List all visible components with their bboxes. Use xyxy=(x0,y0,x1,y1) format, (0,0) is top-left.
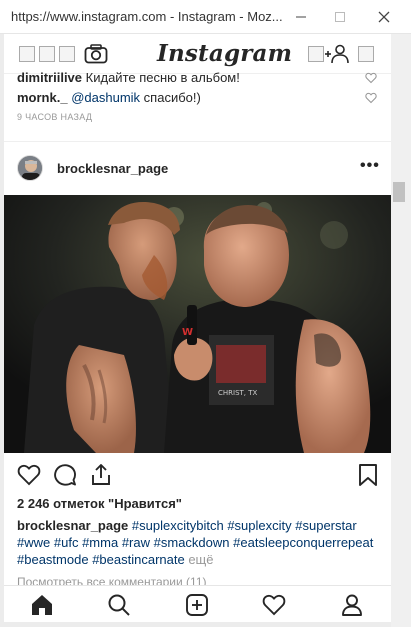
placeholder-square-icon xyxy=(59,46,75,62)
comment-username[interactable]: dimitriilive xyxy=(17,70,82,85)
home-icon[interactable] xyxy=(30,593,54,617)
likes-count[interactable]: 2 246 отметок "Нравится" xyxy=(17,496,182,511)
hashtag[interactable]: #smackdown xyxy=(154,535,230,550)
more-options-button[interactable]: ••• xyxy=(360,158,380,174)
window-title: https://www.instagram.com - Instagram - … xyxy=(11,9,283,24)
avatar[interactable] xyxy=(17,155,43,181)
camera-icon[interactable] xyxy=(84,44,108,64)
maximize-button[interactable] xyxy=(322,0,358,34)
top-nav: Instagram xyxy=(4,34,391,74)
heart-icon[interactable] xyxy=(365,92,377,104)
bookmark-icon[interactable] xyxy=(358,463,378,487)
post-timestamp: 9 ЧАСОВ НАЗАД xyxy=(17,112,93,122)
hashtag[interactable]: #mma xyxy=(82,535,118,550)
scrollbar-thumb[interactable] xyxy=(393,182,405,202)
placeholder-square-icon xyxy=(308,46,324,62)
comment-item: mornk._ @dashumik спасибо!) xyxy=(17,90,201,105)
share-icon[interactable] xyxy=(89,463,113,487)
close-button[interactable] xyxy=(366,0,402,34)
instagram-logo[interactable]: Instagram xyxy=(157,40,292,67)
hashtag[interactable]: #beastmode xyxy=(17,552,89,567)
comment-text: Кидайте песню в альбом! xyxy=(85,70,240,85)
page-viewport: Instagram dimitriilive Кидайте песню в а… xyxy=(4,34,391,622)
comment-icon[interactable] xyxy=(53,463,77,487)
hashtag[interactable]: #raw xyxy=(122,535,150,550)
window-frame-bottom xyxy=(0,622,411,627)
close-icon xyxy=(378,11,390,23)
profile-icon[interactable] xyxy=(340,593,364,617)
window-titlebar: https://www.instagram.com - Instagram - … xyxy=(0,0,411,34)
post-photo[interactable]: CHRIST, TX W xyxy=(4,195,391,453)
caption-username[interactable]: brocklesnar_page xyxy=(17,518,128,533)
hashtag[interactable]: #suplexcity xyxy=(227,518,291,533)
minimize-icon xyxy=(296,16,306,18)
post-caption: brocklesnar_page #suplexcitybitch #suple… xyxy=(17,517,382,568)
svg-text:CHRIST, TX: CHRIST, TX xyxy=(218,389,258,397)
hashtag[interactable]: #superstar xyxy=(295,518,356,533)
activity-icon[interactable] xyxy=(262,593,286,617)
bottom-nav xyxy=(4,585,391,622)
comment-mention[interactable]: @dashumik xyxy=(71,90,140,105)
post-username[interactable]: brocklesnar_page xyxy=(57,161,168,176)
new-post-icon[interactable] xyxy=(185,593,209,617)
hashtag[interactable]: #wwe xyxy=(17,535,50,550)
placeholder-square-icon xyxy=(358,46,374,62)
post-photo-image: CHRIST, TX W xyxy=(4,195,391,453)
comment-username[interactable]: mornk._ xyxy=(17,90,68,105)
search-icon[interactable] xyxy=(107,593,131,617)
hashtag[interactable]: #ufc xyxy=(54,535,79,550)
post-actions xyxy=(4,459,391,491)
caption-more-link[interactable]: ещё xyxy=(188,552,213,567)
minimize-button[interactable] xyxy=(283,0,319,34)
hashtag[interactable]: #suplexcitybitch xyxy=(132,518,224,533)
comment-text: спасибо!) xyxy=(143,90,201,105)
placeholder-square-icon xyxy=(39,46,55,62)
heart-icon[interactable] xyxy=(17,463,41,487)
svg-text:W: W xyxy=(182,327,193,338)
add-person-icon[interactable] xyxy=(324,43,350,65)
hashtag[interactable]: #beastincarnate xyxy=(92,552,185,567)
placeholder-square-icon xyxy=(19,46,35,62)
vertical-scrollbar[interactable] xyxy=(391,34,407,622)
heart-icon[interactable] xyxy=(365,72,377,84)
maximize-icon xyxy=(335,12,345,22)
hashtag[interactable]: #eatsleepconquerrepeat xyxy=(233,535,373,550)
comment-item: dimitriilive Кидайте песню в альбом! xyxy=(17,70,240,85)
